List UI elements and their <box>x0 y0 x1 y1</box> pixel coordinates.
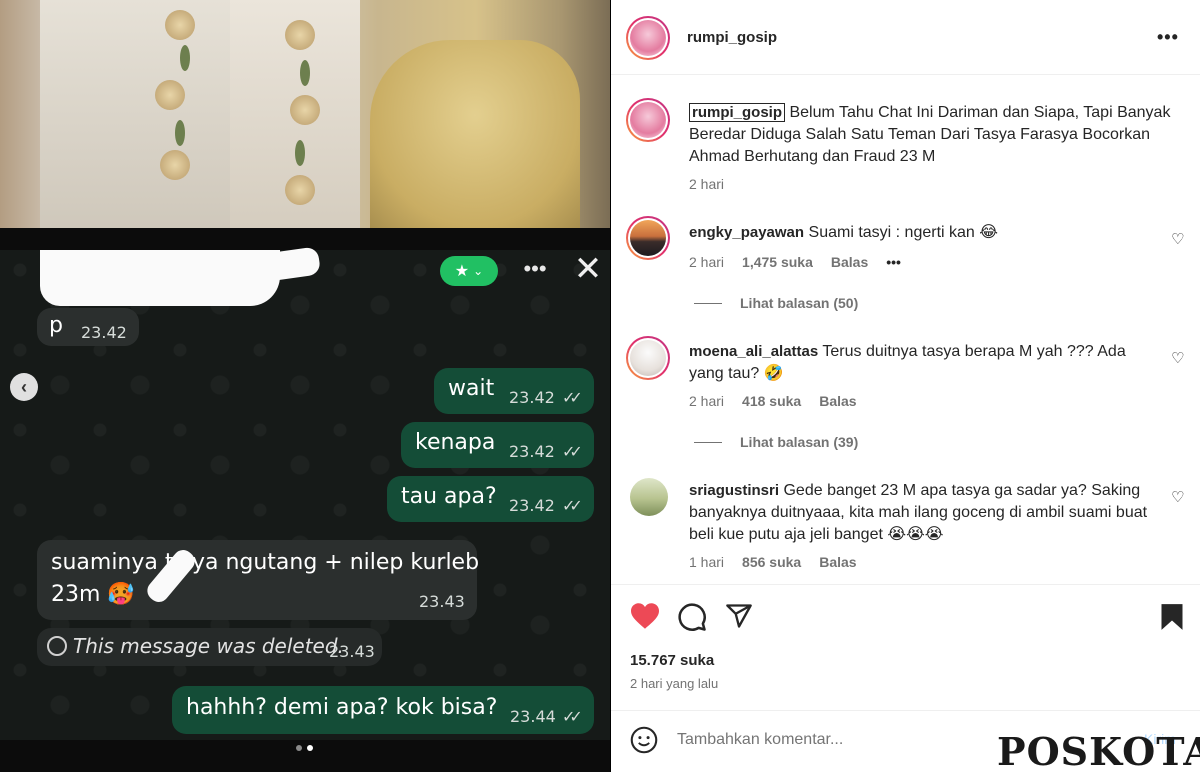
view-replies[interactable]: Lihat balasan (50) <box>694 295 858 311</box>
message-time: 23.42 <box>81 323 127 342</box>
comment-icon[interactable] <box>677 602 707 632</box>
deleted-icon <box>47 636 67 656</box>
more-options-icon[interactable]: ••• <box>1157 27 1179 48</box>
message-deleted: This message was deleted. 23.43 <box>37 628 382 666</box>
message-text: hahhh? demi apa? kok bisa? <box>186 695 498 720</box>
message-time: 23.44 <box>510 707 556 726</box>
deleted-text: This message was deleted. <box>73 634 344 658</box>
close-icon[interactable]: ✕ <box>571 252 605 286</box>
avatar[interactable] <box>626 216 670 260</box>
view-replies-label[interactable]: Lihat balasan (50) <box>740 295 858 311</box>
comment-meta: 2 hari 1,475 suka Balas ••• <box>689 254 901 270</box>
caption-meta: 2 hari <box>689 176 724 192</box>
comment: engky_payawan Suami tasyi : ngerti kan 😂 <box>689 222 1159 244</box>
post-sidebar: rumpi_gosip ••• rumpi_gosip Belum Tahu C… <box>611 0 1200 772</box>
caption-username[interactable]: rumpi_gosip <box>689 103 786 122</box>
avatar[interactable] <box>626 16 670 60</box>
comment-text: Suami tasyi : ngerti kan 😂 <box>808 224 998 241</box>
reply-button[interactable]: Balas <box>819 393 856 409</box>
message-outgoing: wait 23.42 ✓✓ <box>434 368 594 414</box>
starred-pill[interactable]: ★ ⌄ <box>440 256 498 286</box>
comment-username[interactable]: engky_payawan <box>689 224 804 241</box>
comment-meta: 2 hari 418 suka Balas <box>689 393 857 409</box>
read-ticks-icon: ✓✓ <box>562 442 583 461</box>
message-text: wait <box>448 376 495 401</box>
avatar[interactable] <box>630 478 668 516</box>
avatar[interactable] <box>626 98 670 142</box>
comment-like-icon[interactable]: ♡ <box>1171 488 1184 506</box>
caption: rumpi_gosip Belum Tahu Chat Ini Dariman … <box>689 102 1179 168</box>
comment-likes[interactable]: 418 suka <box>742 393 801 409</box>
carousel-dot-active[interactable] <box>307 745 313 751</box>
comment-like-icon[interactable]: ♡ <box>1171 349 1184 367</box>
message-incoming: p 23.42 <box>37 308 139 346</box>
message-outgoing: kenapa 23.42 ✓✓ <box>401 422 594 468</box>
comment-meta: 1 hari 856 suka Balas <box>689 554 857 570</box>
read-ticks-icon: ✓✓ <box>562 496 583 515</box>
carousel-dot[interactable] <box>296 745 302 751</box>
post-username[interactable]: rumpi_gosip <box>687 29 777 46</box>
share-icon[interactable] <box>724 602 754 630</box>
comment-more-icon[interactable]: ••• <box>886 254 901 270</box>
comment-like-icon[interactable]: ♡ <box>1171 230 1184 248</box>
message-time: 23.42 <box>509 442 555 461</box>
comment-time: 2 hari <box>689 254 725 270</box>
wedding-photo <box>0 0 610 228</box>
more-icon[interactable]: ••• <box>522 256 548 286</box>
chevron-left-icon: ‹ <box>21 376 27 397</box>
reply-button[interactable]: Balas <box>819 554 856 570</box>
view-replies-label[interactable]: Lihat balasan (39) <box>740 434 858 450</box>
message-incoming: suaminya t sya ngutang + nilep kurleb 23… <box>37 540 480 620</box>
like-icon[interactable] <box>629 602 661 630</box>
read-ticks-icon: ✓✓ <box>562 707 583 726</box>
message-text: p <box>49 313 63 338</box>
caption-time: 2 hari <box>689 176 725 192</box>
message-outgoing: hahhh? demi apa? kok bisa? 23.44 ✓✓ <box>172 686 594 734</box>
comment-time: 1 hari <box>689 554 725 570</box>
prev-slide-button[interactable]: ‹ <box>10 373 38 401</box>
star-icon: ★ <box>454 263 470 280</box>
save-icon[interactable] <box>1160 603 1184 631</box>
comment: sriagustinsri Gede banget 23 M apa tasya… <box>689 480 1169 546</box>
message-text: tau apa? <box>401 484 497 509</box>
post-media: ★ ⌄ ••• ✕ p 23.42 wait 23.42 ✓✓ kenapa 2… <box>0 0 610 772</box>
poskota-watermark: POSKOTA <box>997 729 1200 772</box>
view-replies[interactable]: Lihat balasan (39) <box>694 434 858 450</box>
emoji-icon[interactable] <box>630 726 658 754</box>
message-text: kenapa <box>415 430 496 455</box>
message-time: 23.43 <box>329 642 375 661</box>
comment-likes[interactable]: 1,475 suka <box>742 254 813 270</box>
read-ticks-icon: ✓✓ <box>562 388 583 407</box>
message-time: 23.42 <box>509 388 555 407</box>
message-time: 23.42 <box>509 496 555 515</box>
whatsapp-screenshot: ★ ⌄ ••• ✕ p 23.42 wait 23.42 ✓✓ kenapa 2… <box>0 246 610 740</box>
reply-button[interactable]: Balas <box>831 254 868 270</box>
comment-username[interactable]: sriagustinsri <box>689 482 779 499</box>
message-text: 23m 🥵 <box>51 582 135 607</box>
posted-ago: 2 hari yang lalu <box>630 676 719 691</box>
comment-likes[interactable]: 856 suka <box>742 554 801 570</box>
avatar[interactable] <box>626 336 670 380</box>
likes-total[interactable]: 15.767 suka <box>630 652 714 669</box>
chevron-down-icon: ⌄ <box>473 264 484 278</box>
comment-time: 2 hari <box>689 393 725 409</box>
message-time: 23.43 <box>419 592 465 611</box>
comment: moena_ali_alattas Terus duitnya tasya be… <box>689 341 1159 385</box>
comment-username[interactable]: moena_ali_alattas <box>689 343 818 360</box>
message-outgoing: tau apa? 23.42 ✓✓ <box>387 476 594 522</box>
message-text: suaminya t sya ngutang + nilep kurleb <box>51 550 480 575</box>
